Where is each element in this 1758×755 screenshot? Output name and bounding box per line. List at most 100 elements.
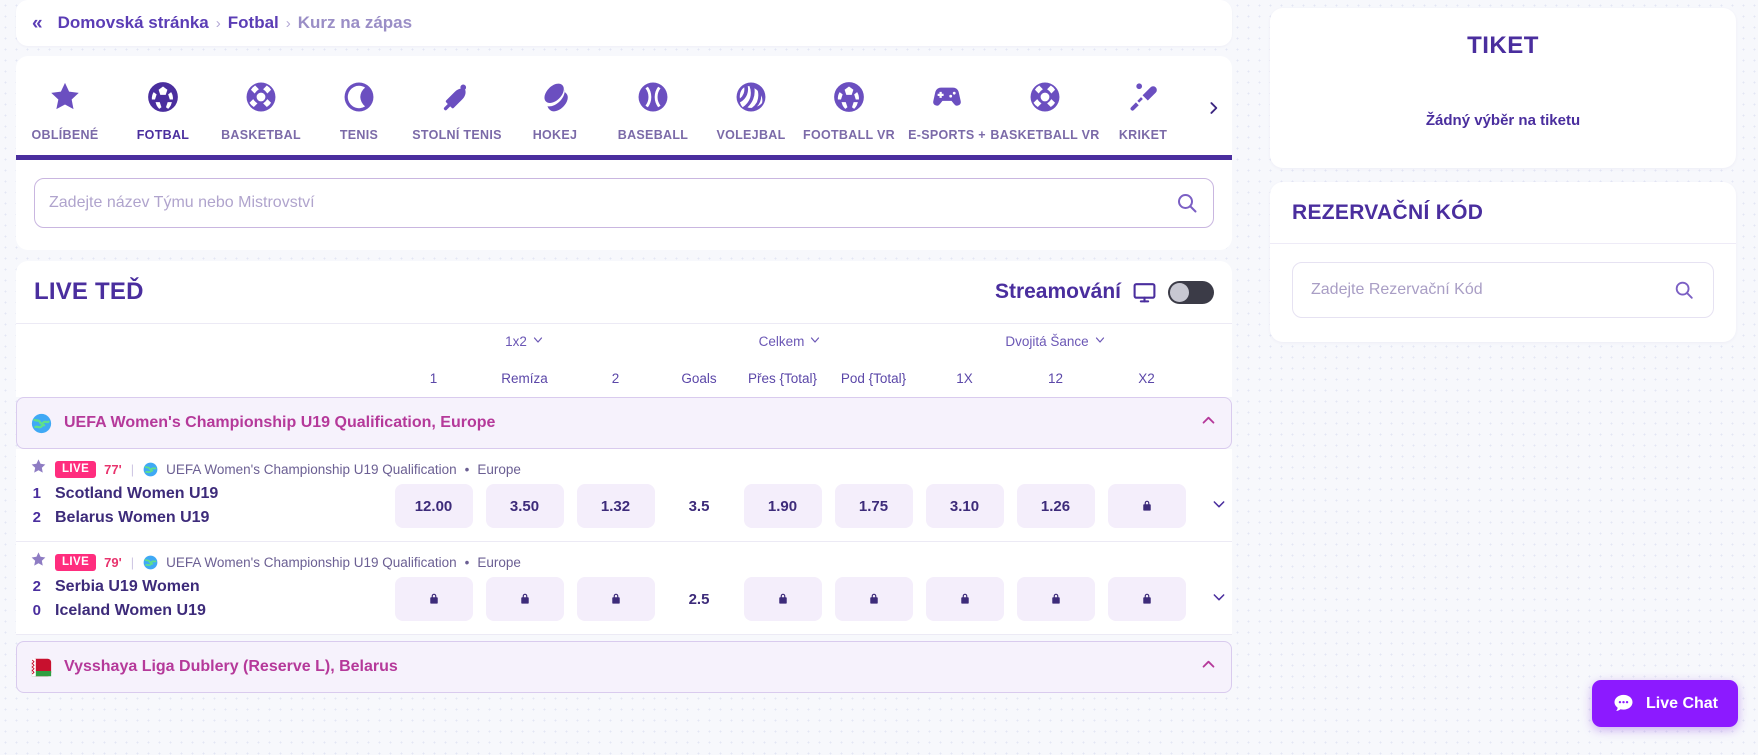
odd-cell-1: 12.00: [388, 484, 479, 528]
home-team-name[interactable]: Serbia U19 Women: [55, 575, 200, 599]
baseball-icon: [636, 74, 670, 120]
odd-button-away[interactable]: 1.32: [576, 484, 655, 528]
betslip-title: TIKET: [1467, 32, 1539, 59]
streaming-toggle[interactable]: [1168, 280, 1214, 304]
search-icon[interactable]: [1175, 191, 1199, 215]
market-group-total[interactable]: Celkem: [661, 334, 919, 349]
search-icon[interactable]: [1673, 279, 1695, 301]
live-now-title: LIVE TEĎ: [34, 278, 144, 305]
breadcrumb-separator-icon: ›: [215, 14, 221, 32]
odd-cell-1x: [919, 577, 1010, 621]
column-header-label: Goals: [681, 370, 717, 386]
collapse-sidebar-icon[interactable]: «: [32, 14, 42, 33]
reservation-code-input[interactable]: [1311, 281, 1673, 299]
odd-cell-1: [388, 577, 479, 621]
reservation-code-box[interactable]: [1292, 262, 1714, 318]
column-header-label: 12: [1047, 370, 1064, 386]
live-now-header: LIVE TEĎ Streamování: [16, 261, 1232, 323]
match-teams: 2 Serbia U19 Women 0 Iceland Women U19: [16, 575, 388, 623]
goals-cell: 2.5: [661, 591, 737, 608]
sport-tab-hockey[interactable]: HOKEJ: [506, 68, 604, 160]
live-chat-button[interactable]: Live Chat: [1591, 680, 1738, 727]
odd-button-x2-locked: [1107, 484, 1186, 528]
globe-icon: [31, 413, 52, 434]
sport-tab-football-vr[interactable]: FOOTBALL VR: [800, 68, 898, 160]
breadcrumb-item-home[interactable]: Domovská stránka: [58, 13, 209, 33]
odd-button-over[interactable]: 1.90: [743, 484, 822, 528]
sport-tab-label: STOLNÍ TENIS: [412, 128, 502, 142]
meta-divider: |: [130, 461, 135, 477]
odd-button-home-locked: [394, 577, 473, 621]
match-meta: LIVE 77' | UEFA Women's Championship U19…: [16, 458, 1232, 480]
match-meta: LIVE 79' | UEFA Women's Championship U19…: [16, 551, 1232, 573]
market-group-double-chance[interactable]: Dvojitá Šance: [919, 334, 1192, 349]
match-competition: UEFA Women's Championship U19 Qualificat…: [166, 554, 457, 570]
odds-table: 1x2 Celkem Dvojitá Šance 1 Remíza 2 Goal…: [16, 323, 1232, 397]
chevron-up-icon[interactable]: [1200, 656, 1217, 678]
league-header-left: Vysshaya Liga Dublery (Reserve L), Belar…: [31, 657, 398, 678]
match-body: 1 Scotland Women U19 2 Belarus Women U19…: [16, 482, 1232, 530]
gamepad-icon: [930, 74, 964, 120]
match-row: LIVE 79' | UEFA Women's Championship U19…: [16, 542, 1232, 635]
column-header: Goals: [661, 371, 737, 386]
soccer-ball-icon: [832, 74, 866, 120]
favorite-star-icon[interactable]: [30, 458, 47, 480]
sport-tab-label: E-SPORTS +: [908, 128, 986, 142]
sport-tab-basketball[interactable]: BASKETBAL: [212, 68, 310, 160]
home-team-name[interactable]: Scotland Women U19: [55, 482, 218, 506]
column-header: Remíza: [479, 371, 570, 386]
odd-button-draw[interactable]: 3.50: [485, 484, 564, 528]
breadcrumb-item-football[interactable]: Fotbal: [228, 13, 279, 33]
sport-tab-tennis[interactable]: TENIS: [310, 68, 408, 160]
chevron-down-icon[interactable]: [1211, 496, 1227, 516]
odd-button-12-locked: [1016, 577, 1095, 621]
league-name[interactable]: UEFA Women's Championship U19 Qualificat…: [64, 414, 495, 432]
away-score: 0: [32, 602, 41, 619]
breadcrumb: « Domovská stránka › Fotbal › Kurz na zá…: [16, 0, 1232, 46]
betslip-empty-message: Žádný výběr na tiketu: [1425, 112, 1581, 129]
odd-button-1x[interactable]: 3.10: [925, 484, 1004, 528]
market-group-1x2[interactable]: 1x2: [388, 334, 661, 349]
league-header-vysshaya[interactable]: Vysshaya Liga Dublery (Reserve L), Belar…: [16, 641, 1232, 693]
sports-nav: OBLÍBENÉ FOTBAL BASKETBAL TENIS STOLNÍ T…: [16, 56, 1232, 160]
league-name[interactable]: Vysshaya Liga Dublery (Reserve L), Belar…: [64, 658, 398, 676]
sport-tab-basketball-vr[interactable]: BASKETBALL VR: [990, 68, 1099, 160]
basketball-icon: [244, 74, 278, 120]
breadcrumb-separator-icon: ›: [285, 14, 291, 32]
league-header-uefa[interactable]: UEFA Women's Championship U19 Qualificat…: [16, 397, 1232, 449]
search-input[interactable]: [49, 194, 1175, 212]
search-box[interactable]: [34, 178, 1214, 228]
sport-tab-table-tennis[interactable]: STOLNÍ TENIS: [408, 68, 506, 160]
column-header: X2: [1101, 371, 1192, 386]
sport-tab-favorites[interactable]: OBLÍBENÉ: [16, 68, 114, 160]
sport-tab-baseball[interactable]: BASEBALL: [604, 68, 702, 160]
league-header-left: UEFA Women's Championship U19 Qualificat…: [31, 413, 495, 434]
odd-button-12[interactable]: 1.26: [1016, 484, 1095, 528]
sport-tab-esports[interactable]: E-SPORTS +: [898, 68, 996, 160]
goals-line-value: 3.5: [688, 497, 710, 515]
away-score: 2: [32, 509, 41, 526]
away-team-name[interactable]: Belarus Women U19: [55, 506, 209, 530]
odd-button-draw-locked: [485, 577, 564, 621]
streaming-label: Streamování: [994, 280, 1121, 303]
favorite-star-icon[interactable]: [30, 551, 47, 573]
sport-tab-cricket[interactable]: KRIKET: [1094, 68, 1192, 160]
belarus-flag-icon: [31, 657, 52, 678]
live-badge: LIVE: [55, 460, 97, 478]
odd-button-home[interactable]: 12.00: [394, 484, 473, 528]
sport-tab-label: TENIS: [339, 128, 379, 142]
sports-nav-next-button[interactable]: [1196, 85, 1230, 131]
column-header: 12: [1010, 371, 1101, 386]
odd-cell-draw: [479, 577, 570, 621]
sport-tab-football[interactable]: FOTBAL: [114, 68, 212, 160]
odd-button-x2-locked: [1107, 577, 1186, 621]
column-header: 1: [388, 371, 479, 386]
odd-cell-x2: [1101, 484, 1192, 528]
sport-tab-volleyball[interactable]: VOLEJBAL: [702, 68, 800, 160]
chevron-up-icon[interactable]: [1200, 412, 1217, 434]
odd-button-under[interactable]: 1.75: [834, 484, 913, 528]
chevron-down-icon[interactable]: [1211, 589, 1227, 609]
away-team-name[interactable]: Iceland Women U19: [55, 599, 206, 623]
column-header-label: 1X: [956, 370, 973, 386]
odd-cell-2: 1.32: [570, 484, 661, 528]
